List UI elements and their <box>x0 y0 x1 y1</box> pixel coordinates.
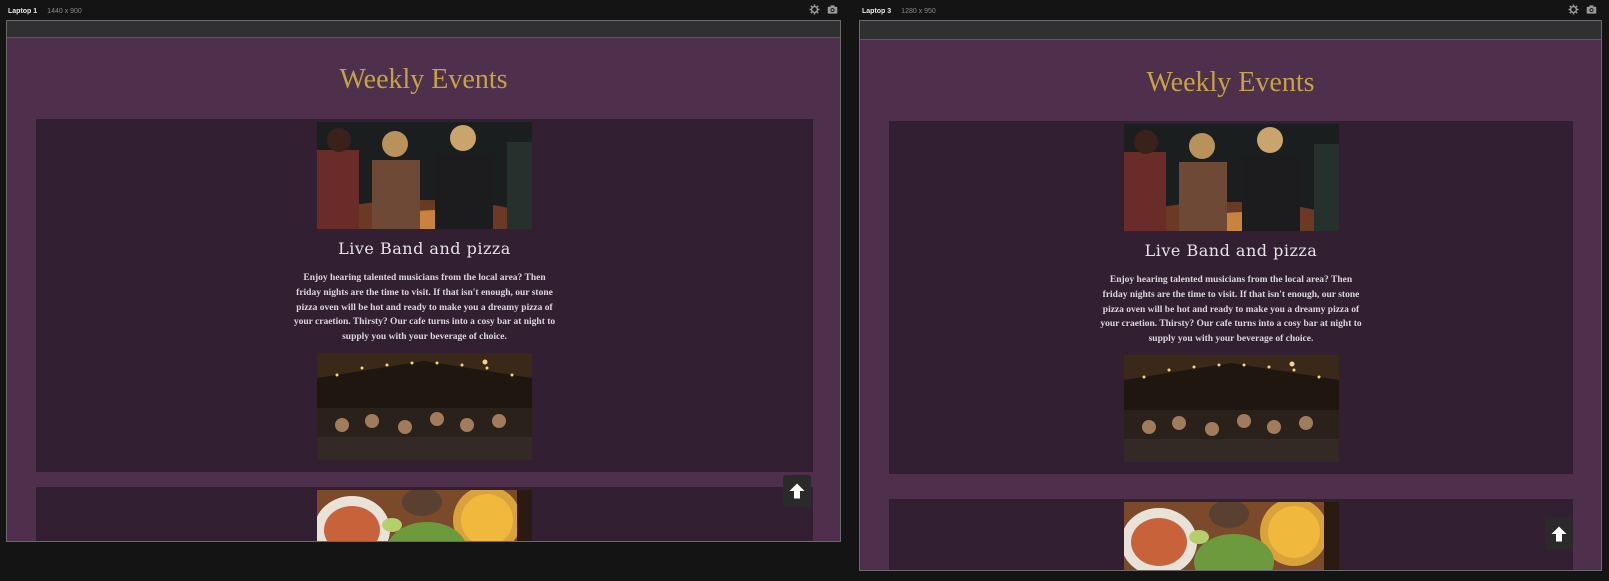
event-photo-band <box>1123 354 1339 462</box>
arrow-up-icon <box>1551 526 1567 542</box>
device-name: Laptop 1 <box>8 7 38 15</box>
event-description: Enjoy hearing talented musicians from th… <box>1100 275 1362 345</box>
device-tools-2 <box>1568 4 1597 15</box>
event-title: Live Band and pizza <box>1144 241 1318 260</box>
event-title: Live Band and pizza <box>338 239 511 258</box>
device-header-1: Laptop 1 1440 x 900 <box>8 4 82 18</box>
gear-icon[interactable] <box>809 4 820 15</box>
device-header-2: Laptop 3 1280 x 950 <box>862 4 936 18</box>
event-photo-food <box>1123 502 1339 570</box>
event-card <box>36 487 813 541</box>
device-viewport-1: Weekly Events Live Band and pizza Enjoy … <box>6 20 841 542</box>
device-name: Laptop 3 <box>862 7 892 15</box>
gear-icon[interactable] <box>1568 4 1579 15</box>
scroll-to-top-button[interactable] <box>783 475 811 507</box>
device-tools-1 <box>809 4 838 15</box>
event-photo-friends <box>317 122 532 229</box>
nav-bar <box>860 21 1601 40</box>
device-size: 1440 x 900 <box>47 7 82 15</box>
event-card <box>889 499 1573 570</box>
device-size: 1280 x 950 <box>901 7 936 15</box>
event-photo-food <box>317 490 532 541</box>
camera-icon[interactable] <box>827 4 838 15</box>
event-description: Enjoy hearing talented musicians from th… <box>293 273 556 343</box>
event-card: Live Band and pizza Enjoy hearing talent… <box>36 119 813 472</box>
event-photo-band <box>317 352 532 460</box>
device-viewport-2: Weekly Events Live Band and pizza Enjoy … <box>859 20 1602 571</box>
page-title: Weekly Events <box>1146 67 1315 98</box>
arrow-up-icon <box>789 483 805 499</box>
event-photo-friends <box>1123 124 1339 231</box>
camera-icon[interactable] <box>1586 4 1597 15</box>
scroll-to-top-button[interactable] <box>1545 518 1573 550</box>
event-card: Live Band and pizza Enjoy hearing talent… <box>889 121 1573 474</box>
nav-bar <box>7 21 840 38</box>
page-title: Weekly Events <box>339 64 508 95</box>
